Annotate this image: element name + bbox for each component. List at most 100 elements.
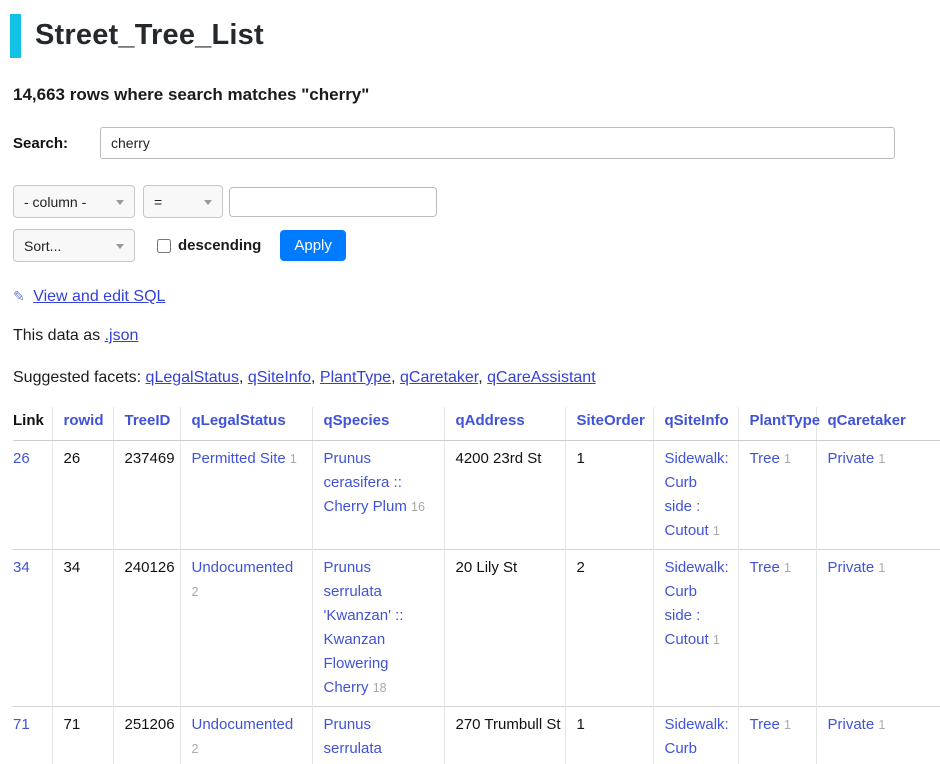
facet-value-link[interactable]: Private	[828, 716, 875, 733]
facet-count: 2	[192, 742, 199, 756]
column-header-treeid[interactable]: TreeID	[113, 407, 180, 441]
page: Street_Tree_List 14,663 rows where searc…	[0, 14, 940, 764]
column-select[interactable]: - column -	[13, 185, 135, 218]
cell-qaddress: 4200 23rd St	[444, 441, 565, 550]
facet-count: 1	[784, 452, 791, 466]
cell-qsiteinfo: Sidewalk: Curb side : Cutout 1	[653, 707, 738, 764]
column-header-qaddress[interactable]: qAddress	[444, 407, 565, 441]
apply-button[interactable]: Apply	[280, 230, 346, 261]
facet-count: 1	[878, 452, 885, 466]
table-row: 71 71 251206 Undocumented 2 Prunus serru…	[13, 707, 940, 764]
sql-link-row: ✎ View and edit SQL	[13, 288, 940, 306]
facet-value-link[interactable]: Prunus serrulata 'Kwanzan' :: Kwanzan Fl…	[324, 716, 404, 764]
operator-select[interactable]: =	[143, 185, 223, 218]
data-export-row: This data as .json	[13, 327, 940, 345]
row-detail-link[interactable]: 34	[13, 559, 30, 576]
facet-link-qcaretaker[interactable]: qCaretaker	[400, 369, 478, 386]
cell-planttype: Tree 1	[738, 550, 816, 707]
cell-qcaretaker: Private 1	[816, 707, 940, 764]
cell-siteorder: 2	[565, 550, 653, 707]
facet-count: 1	[713, 524, 720, 538]
cell-link: 71	[13, 707, 52, 764]
descending-label: descending	[178, 237, 261, 254]
facet-value-link[interactable]: Tree	[750, 559, 780, 576]
facet-count: 1	[713, 633, 720, 647]
facet-value-link[interactable]: Private	[828, 559, 875, 576]
filter-value-input[interactable]	[229, 187, 437, 217]
cell-qlegalstatus: Undocumented 2	[180, 550, 312, 707]
cell-qlegalstatus: Permitted Site 1	[180, 441, 312, 550]
facet-link-qcareassistant[interactable]: qCareAssistant	[487, 369, 596, 386]
facet-separator: ,	[478, 369, 482, 386]
cell-treeid: 240126	[113, 550, 180, 707]
operator-select-wrap: =	[135, 185, 223, 218]
facet-value-link[interactable]: Prunus cerasifera :: Cherry Plum	[324, 450, 407, 515]
cell-qsiteinfo: Sidewalk: Curb side : Cutout 1	[653, 441, 738, 550]
cell-link: 34	[13, 550, 52, 707]
facet-count: 16	[411, 500, 425, 514]
cell-qcaretaker: Private 1	[816, 441, 940, 550]
facet-count: 18	[373, 681, 387, 695]
row-detail-link[interactable]: 71	[13, 716, 30, 733]
cell-qlegalstatus: Undocumented 2	[180, 707, 312, 764]
table-row: 26 26 237469 Permitted Site 1 Prunus cer…	[13, 441, 940, 550]
column-header-qcaretaker[interactable]: qCaretaker	[816, 407, 940, 441]
facet-count: 1	[878, 718, 885, 732]
facet-link-planttype[interactable]: PlantType	[320, 369, 391, 386]
column-header-qlegalstatus[interactable]: qLegalStatus	[180, 407, 312, 441]
column-header-qspecies[interactable]: qSpecies	[312, 407, 444, 441]
column-header-siteorder[interactable]: SiteOrder	[565, 407, 653, 441]
facet-value-link[interactable]: Permitted Site	[192, 450, 286, 467]
data-as-prefix: This data as	[13, 327, 100, 344]
cell-qsiteinfo: Sidewalk: Curb side : Cutout 1	[653, 550, 738, 707]
cell-rowid: 34	[52, 550, 113, 707]
descending-checkbox[interactable]	[157, 239, 171, 253]
facet-count: 2	[192, 585, 199, 599]
cell-treeid: 237469	[113, 441, 180, 550]
sort-select-wrap: Sort...	[13, 229, 135, 262]
pencil-icon: ✎	[13, 288, 25, 304]
cell-rowid: 71	[52, 707, 113, 764]
facet-value-link[interactable]: Tree	[750, 716, 780, 733]
json-export-link[interactable]: .json	[105, 327, 139, 344]
column-header-qsiteinfo[interactable]: qSiteInfo	[653, 407, 738, 441]
sort-row: Sort... descending Apply	[13, 229, 940, 262]
cell-qcaretaker: Private 1	[816, 550, 940, 707]
row-detail-link[interactable]: 26	[13, 450, 30, 467]
facet-value-link[interactable]: Tree	[750, 450, 780, 467]
page-title: Street_Tree_List	[10, 14, 940, 58]
column-header-planttype[interactable]: PlantType	[738, 407, 816, 441]
facet-value-link[interactable]: Undocumented	[192, 716, 294, 733]
cell-qaddress: 20 Lily St	[444, 550, 565, 707]
facet-count: 1	[878, 561, 885, 575]
cell-qspecies: Prunus serrulata 'Kwanzan' :: Kwanzan Fl…	[312, 550, 444, 707]
cell-planttype: Tree 1	[738, 707, 816, 764]
cell-rowid: 26	[52, 441, 113, 550]
table-row: 34 34 240126 Undocumented 2 Prunus serru…	[13, 550, 940, 707]
search-input[interactable]	[100, 127, 895, 159]
facet-value-link[interactable]: Undocumented	[192, 559, 294, 576]
facet-separator: ,	[311, 369, 315, 386]
facets-prefix: Suggested facets:	[13, 369, 141, 386]
cell-treeid: 251206	[113, 707, 180, 764]
cell-qspecies: Prunus serrulata 'Kwanzan' :: Kwanzan Fl…	[312, 707, 444, 764]
facet-link-qsiteinfo[interactable]: qSiteInfo	[248, 369, 311, 386]
sort-select[interactable]: Sort...	[13, 229, 135, 262]
row-count-summary: 14,663 rows where search matches "cherry…	[13, 85, 940, 105]
search-label: Search:	[13, 135, 100, 152]
table-header-row: Link rowid TreeID qLegalStatus qSpecies …	[13, 407, 940, 441]
cell-planttype: Tree 1	[738, 441, 816, 550]
cell-siteorder: 1	[565, 707, 653, 764]
view-edit-sql-link[interactable]: View and edit SQL	[33, 288, 165, 305]
search-row: Search:	[13, 127, 940, 159]
facet-value-link[interactable]: Sidewalk: Curb side : Cutout	[665, 716, 729, 764]
cell-link: 26	[13, 441, 52, 550]
facet-link-qlegalstatus[interactable]: qLegalStatus	[146, 369, 239, 386]
results-table: Link rowid TreeID qLegalStatus qSpecies …	[13, 407, 940, 764]
facet-value-link[interactable]: Prunus serrulata 'Kwanzan' :: Kwanzan Fl…	[324, 559, 404, 696]
column-header-rowid[interactable]: rowid	[52, 407, 113, 441]
facet-separator: ,	[391, 369, 395, 386]
facet-value-link[interactable]: Private	[828, 450, 875, 467]
facet-count: 1	[784, 718, 791, 732]
cell-siteorder: 1	[565, 441, 653, 550]
